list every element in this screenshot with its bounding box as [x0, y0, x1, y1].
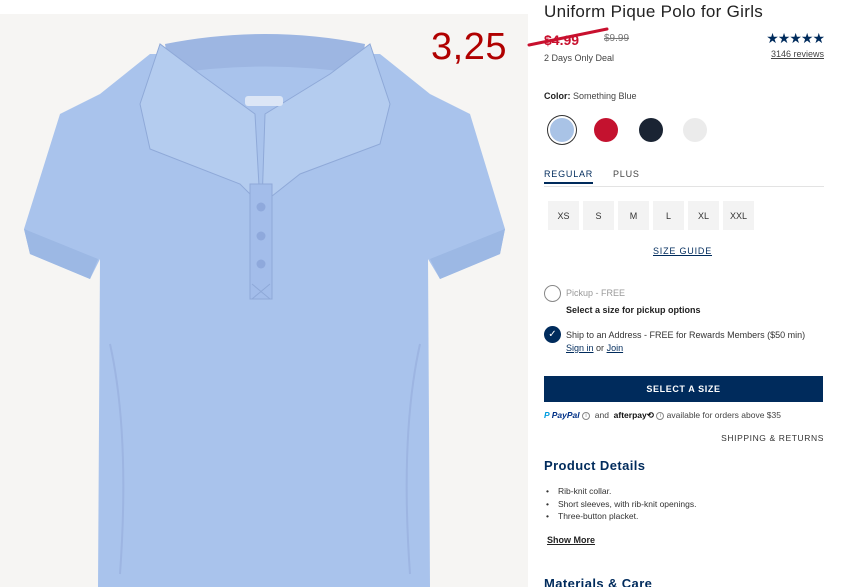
color-label-prefix: Color: — [544, 91, 571, 101]
show-more-link[interactable]: Show More — [547, 535, 595, 545]
price-annotation: 3,25 — [431, 26, 507, 68]
deal-label: 2 Days Only Deal — [544, 53, 615, 63]
ship-text: Ship to an Address - FREE for Rewards Me… — [566, 330, 806, 340]
size-xs-button[interactable]: XS — [548, 201, 579, 230]
selected-color-name: Something Blue — [573, 91, 637, 101]
swatch-red[interactable] — [594, 118, 618, 142]
product-title: Uniform Pique Polo for Girls — [544, 2, 764, 21]
color-label: Color: Something Blue — [544, 91, 637, 101]
swatch-something-blue[interactable] — [550, 118, 574, 142]
list-item: Short sleeves, with rib-knit openings. — [544, 499, 696, 512]
checkmark-icon: ✓ — [548, 329, 557, 340]
payment-options: P PayPal i and afterpay⟲ i available for… — [544, 410, 781, 421]
list-item: Rib-knit collar. — [544, 486, 696, 499]
select-size-button[interactable]: SELECT A SIZE — [544, 376, 823, 402]
polo-shirt-illustration — [24, 34, 505, 587]
size-xl-button[interactable]: XL — [688, 201, 719, 230]
ship-or-text: or — [596, 343, 605, 353]
shipping-returns-link[interactable]: SHIPPING & RETURNS — [721, 433, 824, 443]
product-info-panel: Uniform Pique Polo for Girls $4.99 $9.99… — [527, 0, 825, 587]
size-s-button[interactable]: S — [583, 201, 614, 230]
reviews-link[interactable]: 3146 reviews — [771, 49, 824, 59]
tab-plus[interactable]: PLUS — [613, 169, 640, 182]
sign-in-link[interactable]: Sign in — [566, 343, 594, 353]
swatch-white[interactable] — [683, 118, 707, 142]
afterpay-mark-icon: ⟲ — [646, 410, 654, 420]
and-text: and — [594, 410, 609, 420]
product-image[interactable] — [0, 14, 528, 587]
size-l-button[interactable]: L — [653, 201, 684, 230]
size-m-button[interactable]: M — [618, 201, 649, 230]
ship-radio[interactable]: ✓ — [544, 326, 561, 343]
swatch-navy[interactable] — [639, 118, 663, 142]
join-link[interactable]: Join — [607, 343, 624, 353]
list-item: Three-button placket. — [544, 511, 696, 524]
paypal-info-icon[interactable]: i — [582, 411, 590, 420]
afterpay-wordmark: afterpay — [613, 410, 647, 420]
payment-note: available for orders above $35 — [666, 410, 781, 420]
price-strike-mark — [527, 27, 609, 47]
ship-label: Ship to an Address - FREE for Rewards Me… — [566, 329, 824, 355]
pickup-radio[interactable] — [544, 285, 561, 302]
rating-stars-icon: ★★★★★ — [766, 30, 825, 46]
paypal-logo: P PayPal — [544, 410, 580, 420]
pickup-subtext: Select a size for pickup options — [566, 305, 701, 315]
pickup-label: Pickup - FREE — [566, 288, 626, 298]
product-details-heading[interactable]: Product Details — [544, 458, 645, 473]
afterpay-info-icon[interactable]: i — [656, 411, 665, 420]
tab-divider — [544, 186, 824, 187]
tab-regular[interactable]: REGULAR — [544, 169, 594, 184]
product-details-list: Rib-knit collar. Short sleeves, with rib… — [544, 486, 696, 524]
paypal-wordmark: PayPal — [551, 410, 580, 420]
size-xxl-button[interactable]: XXL — [723, 201, 754, 230]
afterpay-logo: afterpay⟲ — [614, 410, 654, 420]
materials-care-heading[interactable]: Materials & Care — [544, 576, 652, 587]
size-guide-link[interactable]: SIZE GUIDE — [653, 246, 712, 256]
